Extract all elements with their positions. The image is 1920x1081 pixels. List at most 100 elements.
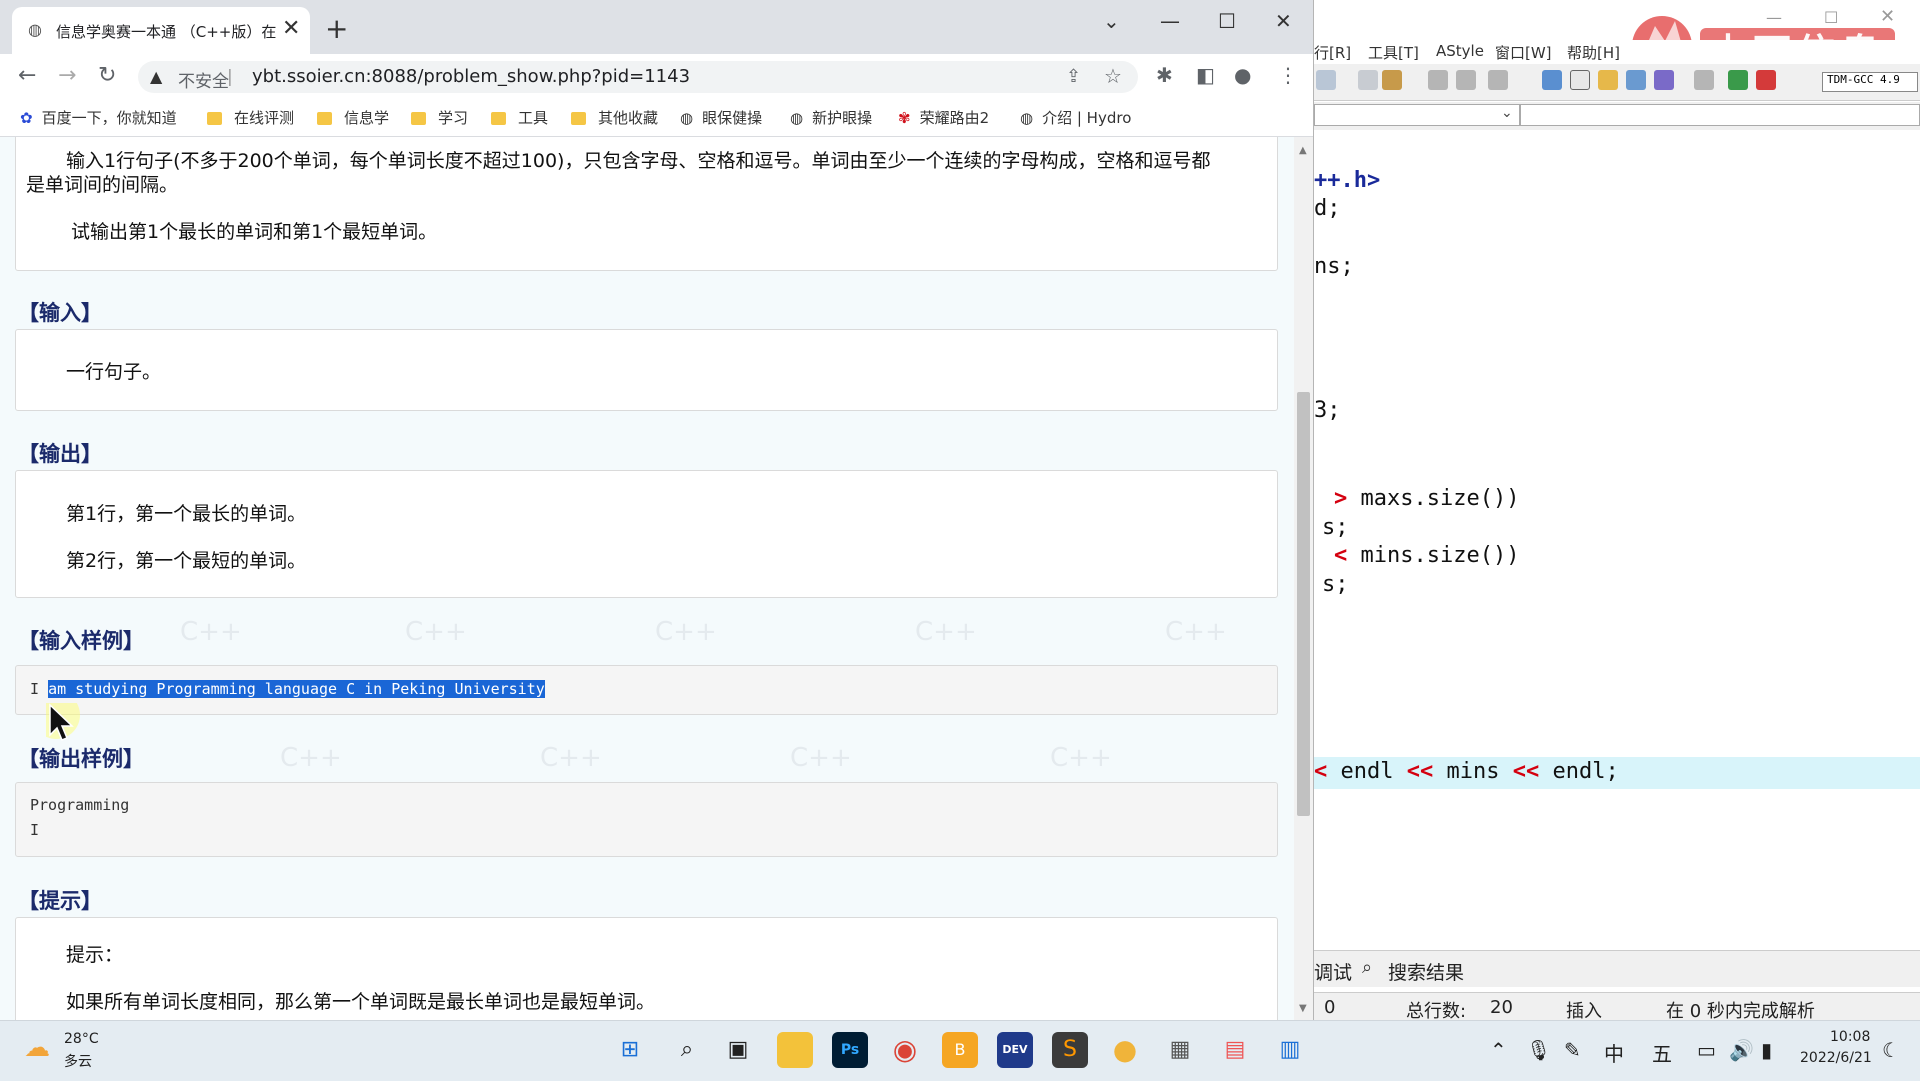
tab-search-icon[interactable]: ⌄ — [1103, 10, 1120, 32]
class-combo-bar: ⌄ — [1314, 102, 1920, 131]
bookmark-eye-exercise[interactable]: ◍ 眼保健操 — [680, 107, 762, 128]
stop-icon[interactable] — [1694, 70, 1714, 90]
scroll-up-icon[interactable]: ▲ — [1299, 145, 1307, 156]
file-explorer-icon[interactable] — [777, 1032, 813, 1068]
bookmark-online-judge[interactable]: 在线评测 — [207, 107, 294, 128]
weather-desc[interactable]: 多云 — [64, 1051, 92, 1071]
description-line: 输入1行句子(不多于200个单词，每个单词长度不超过100)，只包含字母、空格和… — [66, 150, 1211, 172]
description-line: 试输出第1个最长的单词和第1个最短单词。 — [71, 221, 438, 243]
clock-date[interactable]: 2022/6/21 — [1800, 1050, 1872, 1066]
browser-tab[interactable]: ◍ 信息学奥赛一本通 （C++版）在 ✕ — [12, 7, 310, 54]
share-icon[interactable]: ⇪ — [1066, 66, 1081, 87]
back-icon[interactable] — [1428, 70, 1448, 90]
sample-output-box[interactable]: Programming I — [15, 782, 1278, 857]
layout-icon[interactable] — [1598, 70, 1618, 90]
bookmark-tools[interactable]: 工具 — [491, 107, 548, 128]
scroll-down-icon[interactable]: ▼ — [1299, 1003, 1307, 1014]
maximize-icon[interactable]: ☐ — [1218, 10, 1236, 32]
bookmark-hydro[interactable]: ◍ 介绍 | Hydro — [1020, 107, 1131, 128]
debug-icon[interactable] — [1756, 70, 1776, 90]
tiles-icon[interactable] — [1626, 70, 1646, 90]
chevron-up-icon[interactable]: ⌃ — [1490, 1038, 1507, 1062]
back-icon[interactable]: ← — [18, 64, 36, 88]
bookmark-others[interactable]: 其他收藏 — [571, 107, 658, 128]
weather-icon[interactable]: ☁ — [24, 1033, 50, 1063]
devcpp-icon[interactable]: DEV — [997, 1032, 1033, 1068]
ime-wubi[interactable]: 五 — [1652, 1038, 1672, 1067]
sample-input-text[interactable]: I am studying Programming language C in … — [30, 680, 545, 698]
weather-temp[interactable]: 28°C — [64, 1031, 99, 1047]
bookmark-informatics[interactable]: 信息学 — [317, 107, 389, 128]
check-icon[interactable] — [1654, 70, 1674, 90]
extensions-icon[interactable]: ✱ — [1156, 62, 1173, 88]
volume-icon[interactable]: 🔊 — [1729, 1038, 1754, 1062]
insecure-label[interactable]: 不安全 — [178, 67, 229, 92]
notepad-icon[interactable]: ▥ — [1272, 1032, 1308, 1068]
class-combo[interactable]: ⌄ — [1314, 104, 1520, 126]
hint-heading: 【提示】 — [18, 889, 102, 913]
presentation-icon[interactable]: ▤ — [1217, 1032, 1253, 1068]
app-circle-icon[interactable]: ● — [1107, 1032, 1143, 1068]
sublime-icon[interactable]: S — [1052, 1032, 1088, 1068]
grid-icon[interactable] — [1542, 70, 1562, 90]
reload-icon[interactable]: ↻ — [98, 64, 116, 88]
watermark: C++ — [1050, 743, 1112, 773]
tab-debug[interactable]: 调试 — [1314, 958, 1352, 985]
side-panel-icon[interactable]: ◧ — [1196, 62, 1215, 88]
menu-astyle[interactable]: AStyle — [1436, 42, 1484, 60]
tab-search-results[interactable]: 搜索结果 — [1388, 958, 1464, 985]
minimize-icon[interactable]: — — [1160, 10, 1180, 32]
search-icon[interactable]: ⌕ — [669, 1032, 705, 1068]
do-not-disturb-icon[interactable]: ☾ — [1882, 1038, 1900, 1062]
bookmark-baidu[interactable]: ✿ 百度一下，你就知道 — [20, 107, 177, 128]
page-icon[interactable] — [1358, 70, 1378, 90]
network-icon[interactable]: ▭ — [1697, 1038, 1716, 1062]
app-icon[interactable]: B — [942, 1032, 978, 1068]
member-combo[interactable] — [1520, 104, 1920, 126]
close-window-icon[interactable]: ✕ — [1275, 10, 1292, 32]
bookmark-honor-router[interactable]: ✾ 荣耀路由2 — [898, 107, 989, 128]
menu-kebab-icon[interactable]: ⋮ — [1278, 62, 1298, 88]
microphone-icon[interactable]: 🎙 — [1526, 1038, 1551, 1062]
bookmark-icon[interactable] — [1488, 70, 1508, 90]
compiler-select[interactable]: TDM-GCC 4.9 — [1822, 72, 1918, 92]
url-text[interactable]: ybt.ssoier.cn:8088/problem_show.php?pid=… — [252, 66, 690, 87]
code-line: > maxs.size()) — [1334, 486, 1520, 511]
forward-icon[interactable]: → — [58, 64, 76, 88]
bookmark-study[interactable]: 学习 — [411, 107, 468, 128]
selected-text[interactable]: am studying Programming language C in Pe… — [48, 680, 545, 698]
task-view-icon[interactable]: ▣ — [720, 1032, 756, 1068]
profile-avatar-icon[interactable]: ● — [1234, 62, 1251, 88]
chrome-icon[interactable]: ◉ — [887, 1032, 923, 1068]
calculator-icon[interactable]: ▦ — [1162, 1032, 1198, 1068]
menu-window[interactable]: 窗口[W] — [1495, 42, 1552, 63]
menu-tools[interactable]: 工具[T] — [1368, 42, 1419, 63]
bookmark-new-eye-exercise[interactable]: ◍ 新护眼操 — [790, 107, 872, 128]
tab-title: 信息学奥赛一本通 （C++版）在 — [56, 23, 277, 41]
chart-icon[interactable] — [1728, 70, 1748, 90]
forward-icon[interactable] — [1456, 70, 1476, 90]
ime-mode[interactable]: 中 — [1604, 1038, 1624, 1067]
sample-input-heading: 【输入样例】 — [18, 629, 144, 653]
sample-input-box[interactable]: I am studying Programming language C in … — [15, 665, 1278, 715]
bookmark-star-icon[interactable]: ☆ — [1104, 64, 1122, 88]
window-icon[interactable] — [1570, 70, 1590, 90]
scrollbar-thumb[interactable] — [1297, 392, 1310, 816]
close-tab-icon[interactable]: ✕ — [282, 18, 300, 40]
battery-icon[interactable]: ▮ — [1761, 1038, 1772, 1062]
photoshop-icon[interactable]: Ps — [832, 1032, 868, 1068]
new-tab-icon[interactable]: + — [325, 15, 348, 43]
menu-run[interactable]: 行[R] — [1314, 42, 1351, 63]
zoom-icon[interactable] — [1316, 70, 1336, 90]
output-heading: 【输出】 — [18, 442, 102, 466]
menu-help[interactable]: 帮助[H] — [1567, 42, 1620, 63]
clock-time[interactable]: 10:08 — [1830, 1029, 1870, 1045]
separator: | — [227, 67, 233, 87]
address-bar[interactable]: ▲ 不安全 | ybt.ssoier.cn:8088/problem_show.… — [138, 61, 1138, 93]
start-icon[interactable]: ⊞ — [612, 1032, 648, 1068]
input-text: 一行句子。 — [66, 361, 162, 383]
code-editor[interactable]: ++.h> d; ns; 3; > maxs.size()) s; < mins… — [1314, 130, 1920, 950]
print-icon[interactable] — [1382, 70, 1402, 90]
warning-icon[interactable]: ▲ — [150, 67, 162, 86]
pen-icon[interactable]: ✎ — [1564, 1038, 1581, 1062]
